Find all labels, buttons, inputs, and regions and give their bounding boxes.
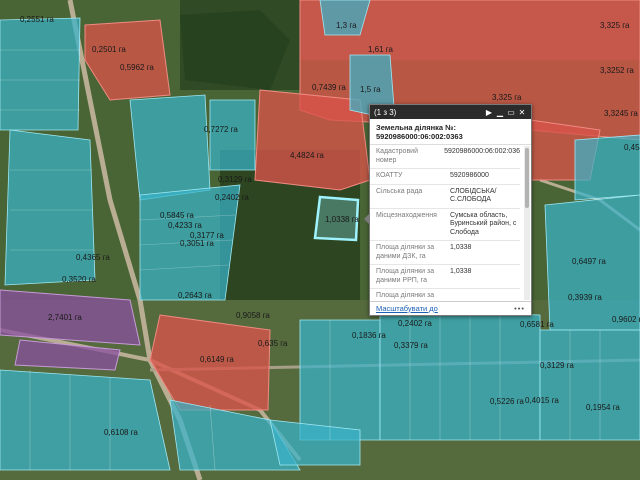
parcel-area-label: 3,325 га xyxy=(600,21,630,30)
parcel-area-label: 1,5 га xyxy=(360,85,381,94)
popup-scrollbar[interactable] xyxy=(524,146,530,300)
popup-header: (1 з 3) ▶ ▁ ▭ ✕ xyxy=(370,105,531,119)
attribute-value: СЛОБІДСЬКА/ С.СЛОБОДА xyxy=(450,187,497,204)
parcel-area-label: 0,6581 га xyxy=(520,320,554,329)
popup-body[interactable]: Кадастровий номер 5920986000:06:002:036 КО… xyxy=(370,145,531,301)
maximize-icon[interactable]: ▭ xyxy=(506,108,516,117)
parcel-area-label: 0,6497 га xyxy=(572,257,606,266)
attribute-value: 1,0338 xyxy=(450,268,472,275)
satellite-imagery: 1,3 га 1,61 га 3,325 га 3,3252 га 3,325 га 3,… xyxy=(0,0,640,480)
attribute-value: 5920986000 xyxy=(450,172,489,179)
parcel-area-label: 0,5845 га xyxy=(160,211,194,220)
parcel-area-label: 0,2551 га xyxy=(20,15,54,24)
parcel-area-label: 0,1836 га xyxy=(352,331,386,340)
attribute-key: Місцезнаходження xyxy=(376,211,437,219)
attribute-row: Площа ділянки за даними ПККУ, га xyxy=(370,289,520,301)
parcel-area-label: 0,5962 га xyxy=(120,63,154,72)
parcel-area-label: 0,5226 га xyxy=(490,397,524,406)
parcel-area-label: 0,2402 га xyxy=(398,319,432,328)
parcel-area-label: 2,7401 га xyxy=(48,313,82,322)
more-options-icon[interactable]: ••• xyxy=(514,304,525,313)
popup-footer: Масштабувати до ••• xyxy=(370,301,531,314)
parcel-area-label: 3,325 га xyxy=(492,93,522,102)
parcel-area-label: 0,635 га xyxy=(258,339,288,348)
scrollbar-thumb[interactable] xyxy=(525,148,529,208)
close-icon[interactable]: ✕ xyxy=(517,108,527,117)
parcel-area-label: 0,9602 га xyxy=(612,315,640,324)
attribute-key: Площа ділянки за даними РРП, га xyxy=(376,268,435,284)
cadastral-map[interactable]: 1,3 га 1,61 га 3,325 га 3,3252 га 3,325 га 3,… xyxy=(0,0,640,480)
parcel-area-label: 0,7439 га xyxy=(312,83,346,92)
popup-title: Земельна ділянка №: 5920986000:06:002:03… xyxy=(370,119,531,145)
popup-counter: (1 з 3) xyxy=(374,107,397,117)
attribute-value: 5920986000:06:002:036 xyxy=(444,148,520,155)
parcel-area-label: 0,4015 га xyxy=(525,396,559,405)
attribute-value xyxy=(450,292,520,301)
parcel-area-label: 3,3245 га xyxy=(604,109,638,118)
parcel-area-label: 4,4824 га xyxy=(290,151,324,160)
parcel-area-label: 3,3252 га xyxy=(600,66,634,75)
parcel-area-label: 0,7272 га xyxy=(204,125,238,134)
attribute-key: Площа ділянки за даними ДЗК, га xyxy=(376,244,435,260)
attribute-key: Сільська рада xyxy=(376,187,423,195)
parcel-area-label: 0,3939 га xyxy=(568,293,602,302)
parcel-area-label: 0,3129 га xyxy=(218,175,252,184)
attribute-key: КОАТТУ xyxy=(376,172,403,179)
parcel-area-label: 0,9058 га xyxy=(236,311,270,320)
attribute-row: Сільська рада СЛОБІДСЬКА/ С.СЛОБОДА xyxy=(370,185,520,209)
next-feature-icon[interactable]: ▶ xyxy=(484,108,494,117)
parcel-info-popup[interactable]: (1 з 3) ▶ ▁ ▭ ✕ Земельна ділянка №: 5920… xyxy=(364,104,532,316)
parcel-area-label: 0,2501 га xyxy=(92,45,126,54)
parcel-area-label: 0,6108 га xyxy=(104,428,138,437)
parcel-area-label: 1,61 га xyxy=(368,45,394,54)
parcel-area-label: 0,2402 га xyxy=(215,193,249,202)
parcel-area-label: 0,3379 га xyxy=(394,341,428,350)
parcel-area-label: 0,4233 га xyxy=(168,221,202,230)
attribute-table: Кадастровий номер 5920986000:06:002:036 КО… xyxy=(370,145,520,301)
attribute-key: Кадастровий номер xyxy=(376,148,418,164)
attribute-value: 1,0338 xyxy=(450,244,472,251)
parcel-area-label: 1,0338 га xyxy=(325,215,359,224)
parcel-area-label: 0,3051 га xyxy=(180,239,214,248)
minimize-icon[interactable]: ▁ xyxy=(495,108,505,117)
attribute-key: Площа ділянки за даними ПККУ, га xyxy=(376,292,435,301)
popup-title-line1: Земельна ділянка №: xyxy=(376,123,457,132)
attribute-row: КОАТТУ 5920986000 xyxy=(370,169,520,185)
popup-title-line2: 5920986000:06:002:0363 xyxy=(376,132,463,141)
parcel-area-label: 0,3520 га xyxy=(62,275,96,284)
parcel-area-label: 1,3 га xyxy=(336,21,357,30)
parcel-area-label: 0,6149 га xyxy=(200,355,234,364)
parcel-area-label: 0,1954 га xyxy=(586,403,620,412)
zoom-to-link[interactable]: Масштабувати до xyxy=(376,304,514,313)
attribute-value: Сумська область, Буринський район, с Сло… xyxy=(450,211,517,236)
attribute-row: Площа ділянки за даними ДЗК, га 1,0338 xyxy=(370,241,520,265)
parcel-area-label: 0,3129 га xyxy=(540,361,574,370)
parcel-area-label: 0,2643 га xyxy=(178,291,212,300)
parcel-area-label: 0,4541 га xyxy=(624,143,640,152)
parcel-area-label: 0,4365 га xyxy=(76,253,110,262)
attribute-row: Площа ділянки за даними РРП, га 1,0338 xyxy=(370,265,520,289)
attribute-row: Кадастровий номер 5920986000:06:002:036 xyxy=(370,145,520,169)
attribute-row: Місцезнаходження Сумська область, Буринсь… xyxy=(370,209,520,241)
